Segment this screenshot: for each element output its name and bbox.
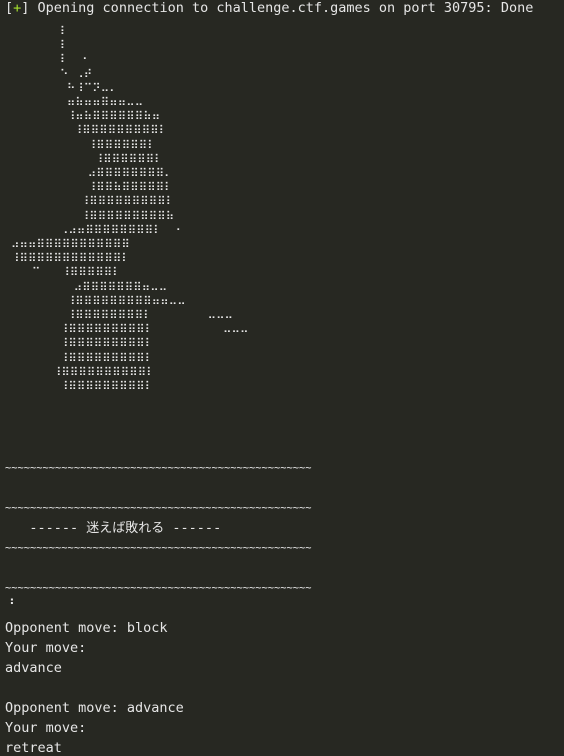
banner-line: ------ 迷えば敗れる ------ [5, 520, 221, 537]
round-2-your-move-label: Your move: [5, 720, 87, 736]
round-2-your-move[interactable]: retreat [5, 740, 62, 756]
banner-dashes-right: ------ [164, 520, 222, 536]
bracket-open: [ [5, 0, 14, 16]
tilde-rule-4: ~~~~~~~~~~~~~~~~~~~~~~~~~~~~~~~~~~~~~~~~… [5, 582, 312, 594]
round-1-opponent-move: Opponent move: block [5, 620, 168, 636]
terminal-window[interactable]: [+] Opening connection to challenge.ctf.… [0, 0, 564, 756]
round-1-your-move: advance [5, 660, 62, 676]
banner-dashes-left: ------ [5, 520, 87, 536]
connection-status-text: ] Opening connection to challenge.ctf.ga… [21, 0, 534, 16]
banner-japanese-text: 迷えば敗れる [86, 521, 165, 536]
samurai-ascii-art: ⠇ ⠇ ⠇ ⠂ ⠑ ⠠⠞ ⠓⠸⠉⠝⠤⠄ ⠶⠷⠶⠶⠿⠶⠶⠤⠤ ⠸⠶⠷⠿⠿⠿⠿⠿⠿⠷… [10, 24, 249, 394]
tilde-rule-3: ~~~~~~~~~~~~~~~~~~~~~~~~~~~~~~~~~~~~~~~~… [5, 542, 312, 554]
connection-status-line: [+] Opening connection to challenge.ctf.… [5, 0, 533, 16]
tilde-rule-1: ~~~~~~~~~~~~~~~~~~~~~~~~~~~~~~~~~~~~~~~~… [5, 462, 312, 474]
round-2-opponent-move: Opponent move: advance [5, 700, 184, 716]
prompt-glyph: ⠘ [5, 597, 15, 613]
round-1-your-move-label: Your move: [5, 640, 87, 656]
tilde-rule-2: ~~~~~~~~~~~~~~~~~~~~~~~~~~~~~~~~~~~~~~~~… [5, 502, 312, 514]
